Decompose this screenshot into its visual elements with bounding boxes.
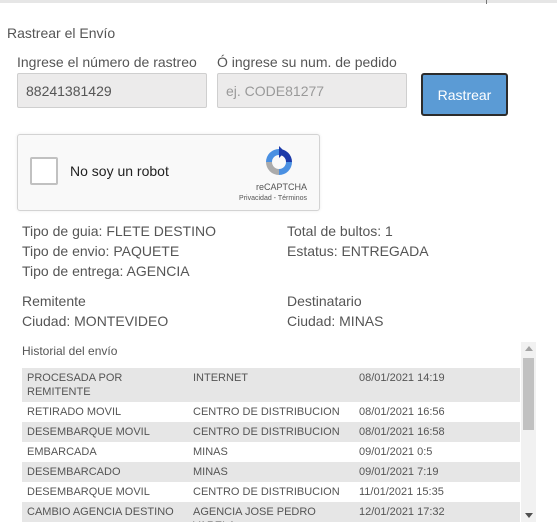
history-event: CAMBIO AGENCIA DESTINO bbox=[22, 502, 188, 522]
scroll-up-arrow-icon[interactable] bbox=[525, 346, 533, 351]
shipment-summary: Total de bultos: 1 Estatus: ENTREGADA bbox=[287, 221, 429, 261]
recaptcha-checkbox[interactable] bbox=[30, 157, 58, 185]
recaptcha-label: No soy un robot bbox=[70, 163, 169, 179]
recipient-city: Ciudad: MINAS bbox=[287, 313, 384, 329]
shipment-details: Tipo de guia: FLETE DESTINO Tipo de envi… bbox=[22, 221, 216, 281]
history-location: MINAS bbox=[188, 442, 354, 462]
history-datetime: 08/01/2021 16:58 bbox=[354, 422, 520, 442]
recaptcha-icon bbox=[266, 146, 292, 175]
guide-type: Tipo de guia: FLETE DESTINO bbox=[22, 223, 216, 239]
scroll-down-arrow-icon[interactable] bbox=[525, 513, 533, 518]
top-marker bbox=[486, 0, 487, 4]
history-datetime: 08/01/2021 16:56 bbox=[354, 402, 520, 422]
recaptcha-links[interactable]: Privacidad - Términos bbox=[239, 195, 307, 202]
tracking-number-input[interactable] bbox=[17, 73, 207, 108]
history-row: DESEMBARCADO MINAS 09/01/2021 7:19 bbox=[22, 462, 520, 482]
history-datetime: 09/01/2021 0:5 bbox=[354, 442, 520, 462]
track-button[interactable]: Rastrear bbox=[421, 73, 508, 116]
recaptcha-widget: No soy un robot reCAPTCHA Privacidad - T… bbox=[17, 134, 320, 211]
sender-info: Remitente Ciudad: MONTEVIDEO bbox=[22, 291, 168, 331]
top-divider bbox=[0, 0, 557, 3]
history-table: PROCESADA POR REMITENTE INTERNET 08/01/202… bbox=[22, 368, 520, 522]
history-location: AGENCIA JOSE PEDRO VARELA bbox=[188, 502, 354, 522]
history-location: INTERNET bbox=[188, 368, 354, 402]
history-event: PROCESADA POR REMITENTE bbox=[22, 368, 188, 402]
sender-heading: Remitente bbox=[22, 293, 86, 309]
history-datetime: 11/01/2021 15:35 bbox=[354, 482, 520, 502]
history-event: DESEMBARQUE MOVIL bbox=[22, 422, 188, 442]
history-title: Historial del envío bbox=[22, 344, 118, 358]
tracking-number-label: Ingrese el número de rastreo bbox=[17, 54, 197, 70]
history-event: DESEMBARCADO bbox=[22, 462, 188, 482]
history-row: DESEMBARQUE MOVIL CENTRO DE DISTRIBUCION 1… bbox=[22, 482, 520, 502]
recipient-info: Destinatario Ciudad: MINAS bbox=[287, 291, 383, 331]
history-event: DESEMBARQUE MOVIL bbox=[22, 482, 188, 502]
section-title: Rastrear el Envío bbox=[7, 25, 116, 41]
history-row: PROCESADA POR REMITENTE INTERNET 08/01/202… bbox=[22, 368, 520, 402]
history-datetime: 09/01/2021 7:19 bbox=[354, 462, 520, 482]
recipient-heading: Destinatario bbox=[287, 293, 362, 309]
history-table-container: PROCESADA POR REMITENTE INTERNET 08/01/202… bbox=[22, 368, 520, 522]
history-row: RETIRADO MOVIL CENTRO DE DISTRIBUCION 08/0… bbox=[22, 402, 520, 422]
order-number-input[interactable] bbox=[217, 73, 407, 108]
history-row: CAMBIO AGENCIA DESTINO AGENCIA JOSE PEDRO… bbox=[22, 502, 520, 522]
history-scrollbar[interactable] bbox=[521, 342, 536, 522]
sender-city: Ciudad: MONTEVIDEO bbox=[22, 313, 169, 329]
shipment-type: Tipo de envio: PAQUETE bbox=[22, 243, 180, 259]
shipment-status: Estatus: ENTREGADA bbox=[287, 243, 429, 259]
history-location: MINAS bbox=[188, 462, 354, 482]
package-count: Total de bultos: 1 bbox=[287, 223, 393, 239]
history-location: CENTRO DE DISTRIBUCION bbox=[188, 402, 354, 422]
history-event: EMBARCADA bbox=[22, 442, 188, 462]
history-row: EMBARCADA MINAS 09/01/2021 0:5 bbox=[22, 442, 520, 462]
history-location: CENTRO DE DISTRIBUCION bbox=[188, 482, 354, 502]
history-datetime: 08/01/2021 14:19 bbox=[354, 368, 520, 402]
history-location: CENTRO DE DISTRIBUCION bbox=[188, 422, 354, 442]
history-datetime: 12/01/2021 17:32 bbox=[354, 502, 520, 522]
scroll-thumb[interactable] bbox=[523, 358, 534, 430]
recaptcha-brand: reCAPTCHA bbox=[255, 182, 307, 192]
history-row: DESEMBARQUE MOVIL CENTRO DE DISTRIBUCION 0… bbox=[22, 422, 520, 442]
delivery-type: Tipo de entrega: AGENCIA bbox=[22, 263, 190, 279]
order-number-label: Ó ingrese su num. de pedido bbox=[217, 54, 397, 70]
history-event: RETIRADO MOVIL bbox=[22, 402, 188, 422]
